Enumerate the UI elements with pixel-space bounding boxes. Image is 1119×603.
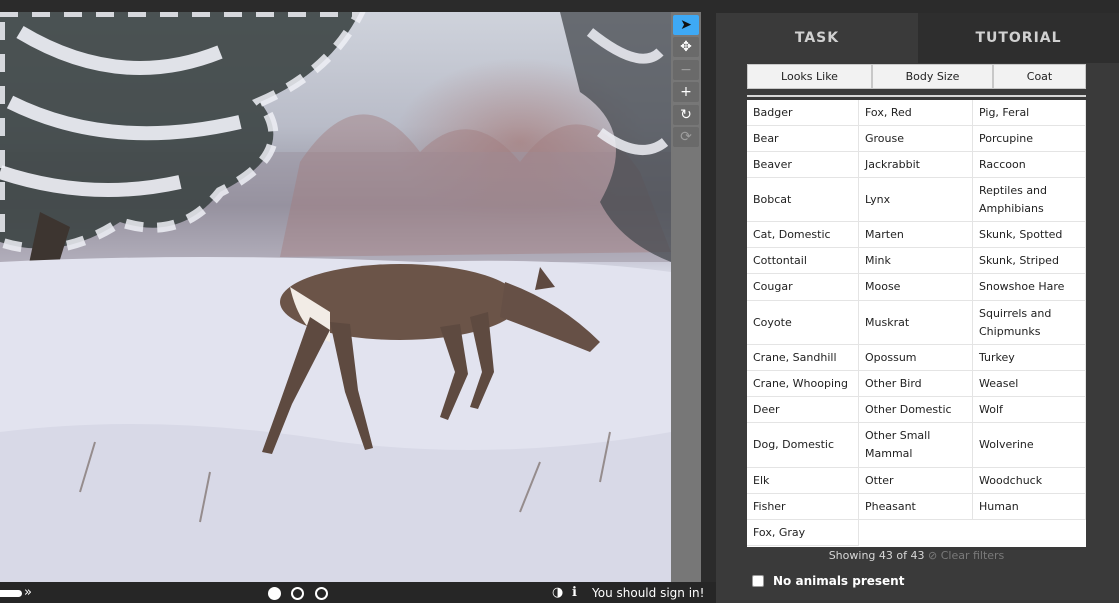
clear-filters-label: Clear filters [940, 549, 1005, 562]
panel-tabs: TASK TUTORIAL [716, 13, 1119, 63]
choice-crane-whooping[interactable]: Crane, Whooping [747, 371, 859, 397]
image-toolbar: ➤ ✥ − + ↻ ⟳ [671, 12, 701, 582]
no-animals-label: No animals present [773, 574, 905, 588]
showing-count-text: Showing 43 of 43 [828, 549, 925, 562]
clear-filters-link[interactable]: ⊘ Clear filters [928, 549, 1004, 562]
choice-snowshoe-hare[interactable]: Snowshoe Hare [973, 274, 1086, 301]
clear-filters-icon: ⊘ [927, 549, 938, 562]
choice-porcupine[interactable]: Porcupine [973, 126, 1086, 152]
choice-lynx[interactable]: Lynx [859, 178, 973, 222]
task-panel: TASK TUTORIAL Looks Like Body Size Coat … [716, 13, 1119, 603]
choice-cougar[interactable]: Cougar [747, 274, 859, 301]
choice-human[interactable]: Human [973, 494, 1086, 520]
choice-skunk-striped[interactable]: Skunk, Striped [973, 248, 1086, 274]
viewer-controls: » ◑ ℹ You should sign in! [0, 582, 716, 603]
tab-tutorial[interactable]: TUTORIAL [918, 13, 1119, 63]
choice-weasel[interactable]: Weasel [973, 371, 1086, 397]
choice-wolf[interactable]: Wolf [973, 397, 1086, 423]
choice-wolverine[interactable]: Wolverine [973, 423, 1086, 468]
playback-scrubber[interactable] [0, 590, 22, 597]
zoom-out-icon[interactable]: − [673, 60, 699, 80]
choice-opossum[interactable]: Opossum [859, 345, 973, 371]
app-root: ➤ ✥ − + ↻ ⟳ » ◑ ℹ You should sign in! TA… [0, 0, 1119, 603]
choice-mink[interactable]: Mink [859, 248, 973, 274]
filter-bar: Looks Like Body Size Coat [747, 64, 1086, 89]
choice-beaver[interactable]: Beaver [747, 152, 859, 178]
rotate-icon[interactable]: ↻ [673, 105, 699, 125]
choice-jackrabbit[interactable]: Jackrabbit [859, 152, 973, 178]
choice-other-domestic[interactable]: Other Domestic [859, 397, 973, 423]
species-choice-grid: Badger Bear Beaver Bobcat Cat, Domestic Cotto… [747, 100, 1086, 547]
choice-fox-gray[interactable]: Fox, Gray [747, 520, 859, 546]
choice-moose[interactable]: Moose [859, 274, 973, 301]
choice-pheasant[interactable]: Pheasant [859, 494, 973, 520]
subject-image[interactable] [0, 12, 671, 582]
tab-task[interactable]: TASK [716, 13, 918, 63]
viewer-top-bar [0, 0, 716, 12]
choice-fox-red[interactable]: Fox, Red [859, 100, 973, 126]
refresh-icon[interactable]: ⟳ [673, 127, 699, 147]
frame-2-dot[interactable] [291, 587, 304, 600]
choice-deer[interactable]: Deer [747, 397, 859, 423]
frame-3-dot[interactable] [315, 587, 328, 600]
choice-raccoon[interactable]: Raccoon [973, 152, 1086, 178]
no-animals-checkbox[interactable] [752, 575, 764, 587]
choice-other-bird[interactable]: Other Bird [859, 371, 973, 397]
snow-forest-scene [0, 12, 671, 582]
choice-otter[interactable]: Otter [859, 468, 973, 494]
filter-divider [747, 95, 1086, 97]
pointer-icon[interactable]: ➤ [673, 15, 699, 35]
subject-viewer: ➤ ✥ − + ↻ ⟳ » ◑ ℹ You should sign in! [0, 0, 716, 603]
choice-bear[interactable]: Bear [747, 126, 859, 152]
no-animals-option[interactable]: No animals present [752, 574, 904, 588]
choice-grouse[interactable]: Grouse [859, 126, 973, 152]
choice-elk[interactable]: Elk [747, 468, 859, 494]
invert-colors-icon[interactable]: ◑ [552, 585, 563, 600]
sign-in-message[interactable]: You should sign in! [592, 586, 704, 600]
choice-other-small-mammal[interactable]: Other Small Mammal [859, 423, 973, 468]
info-icon[interactable]: ℹ [572, 585, 577, 600]
choice-dog-domestic[interactable]: Dog, Domestic [747, 423, 859, 468]
frame-1-dot[interactable] [268, 587, 281, 600]
choice-turkey[interactable]: Turkey [973, 345, 1086, 371]
choice-skunk-spotted[interactable]: Skunk, Spotted [973, 222, 1086, 248]
choice-pig-feral[interactable]: Pig, Feral [973, 100, 1086, 126]
choice-coyote[interactable]: Coyote [747, 301, 859, 345]
move-arrows-icon[interactable]: ✥ [673, 37, 699, 57]
choice-woodchuck[interactable]: Woodchuck [973, 468, 1086, 494]
filter-coat-button[interactable]: Coat [993, 64, 1086, 89]
choice-bobcat[interactable]: Bobcat [747, 178, 859, 222]
filter-body-size-button[interactable]: Body Size [872, 64, 993, 89]
choice-muskrat[interactable]: Muskrat [859, 301, 973, 345]
choice-crane-sandhill[interactable]: Crane, Sandhill [747, 345, 859, 371]
fast-forward-icon[interactable]: » [24, 585, 32, 600]
choice-cottontail[interactable]: Cottontail [747, 248, 859, 274]
zoom-in-icon[interactable]: + [673, 82, 699, 102]
choice-reptiles-and-amphibians[interactable]: Reptiles and Amphibians [973, 178, 1086, 222]
choice-badger[interactable]: Badger [747, 100, 859, 126]
filter-looks-like-button[interactable]: Looks Like [747, 64, 872, 89]
choice-squirrels-and-chipmunks[interactable]: Squirrels and Chipmunks [973, 301, 1086, 345]
choice-marten[interactable]: Marten [859, 222, 973, 248]
showing-count: Showing 43 of 43 ⊘ Clear filters [747, 549, 1086, 563]
choice-cat-domestic[interactable]: Cat, Domestic [747, 222, 859, 248]
choice-fisher[interactable]: Fisher [747, 494, 859, 520]
